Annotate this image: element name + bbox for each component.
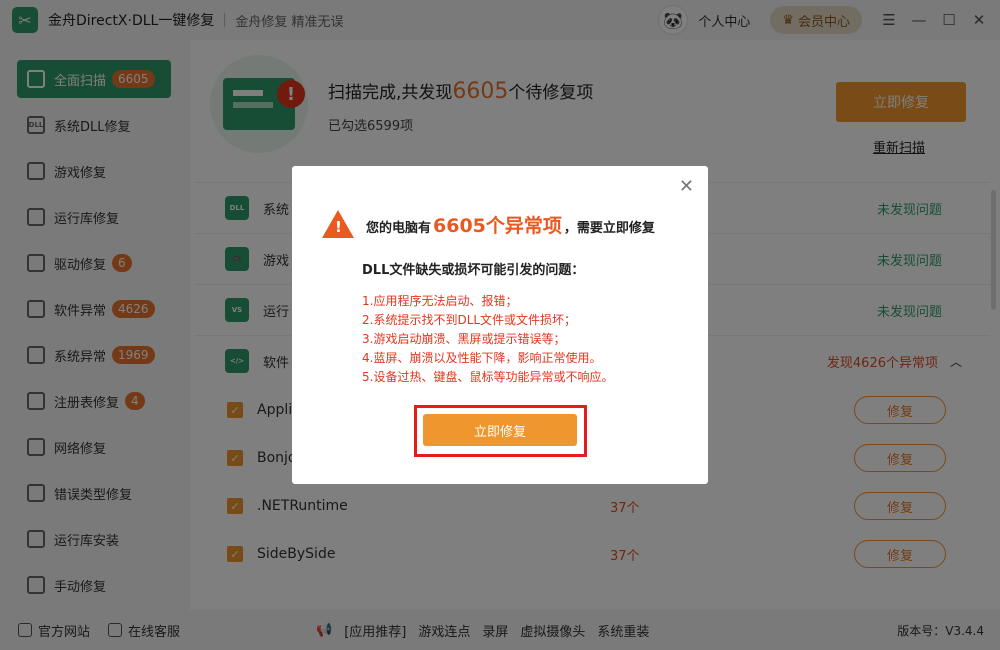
repair-dialog: ✕ ! 您的电脑有 6605个异常项 ，需要立即修复 DLL文件缺失或损坏可能引发的… bbox=[292, 166, 708, 484]
dialog-fix-now-button[interactable]: 立即修复 bbox=[423, 414, 577, 446]
close-icon[interactable]: ✕ bbox=[679, 176, 694, 197]
issue-item: 1.应用程序无法启动、报错； bbox=[362, 294, 518, 308]
dialog-heading: ! 您的电脑有 6605个异常项 ，需要立即修复 bbox=[322, 210, 655, 238]
issue-item: 5.设备过热、键盘、鼠标等功能异常或不响应。 bbox=[362, 370, 614, 384]
issue-item: 4.蓝屏、崩溃以及性能下降，影响正常使用。 bbox=[362, 351, 602, 365]
issue-item: 3.游戏启动崩溃、黑屏或提示错误等； bbox=[362, 332, 566, 346]
issue-item: 2.系统提示找不到DLL文件或文件损坏； bbox=[362, 313, 577, 327]
warning-icon: ! bbox=[322, 210, 354, 238]
dialog-subtitle: DLL文件缺失或损坏可能引发的问题： bbox=[362, 263, 585, 278]
issue-list: 1.应用程序无法启动、报错； 2.系统提示找不到DLL文件或文件损坏； 3.游戏… bbox=[362, 292, 613, 387]
